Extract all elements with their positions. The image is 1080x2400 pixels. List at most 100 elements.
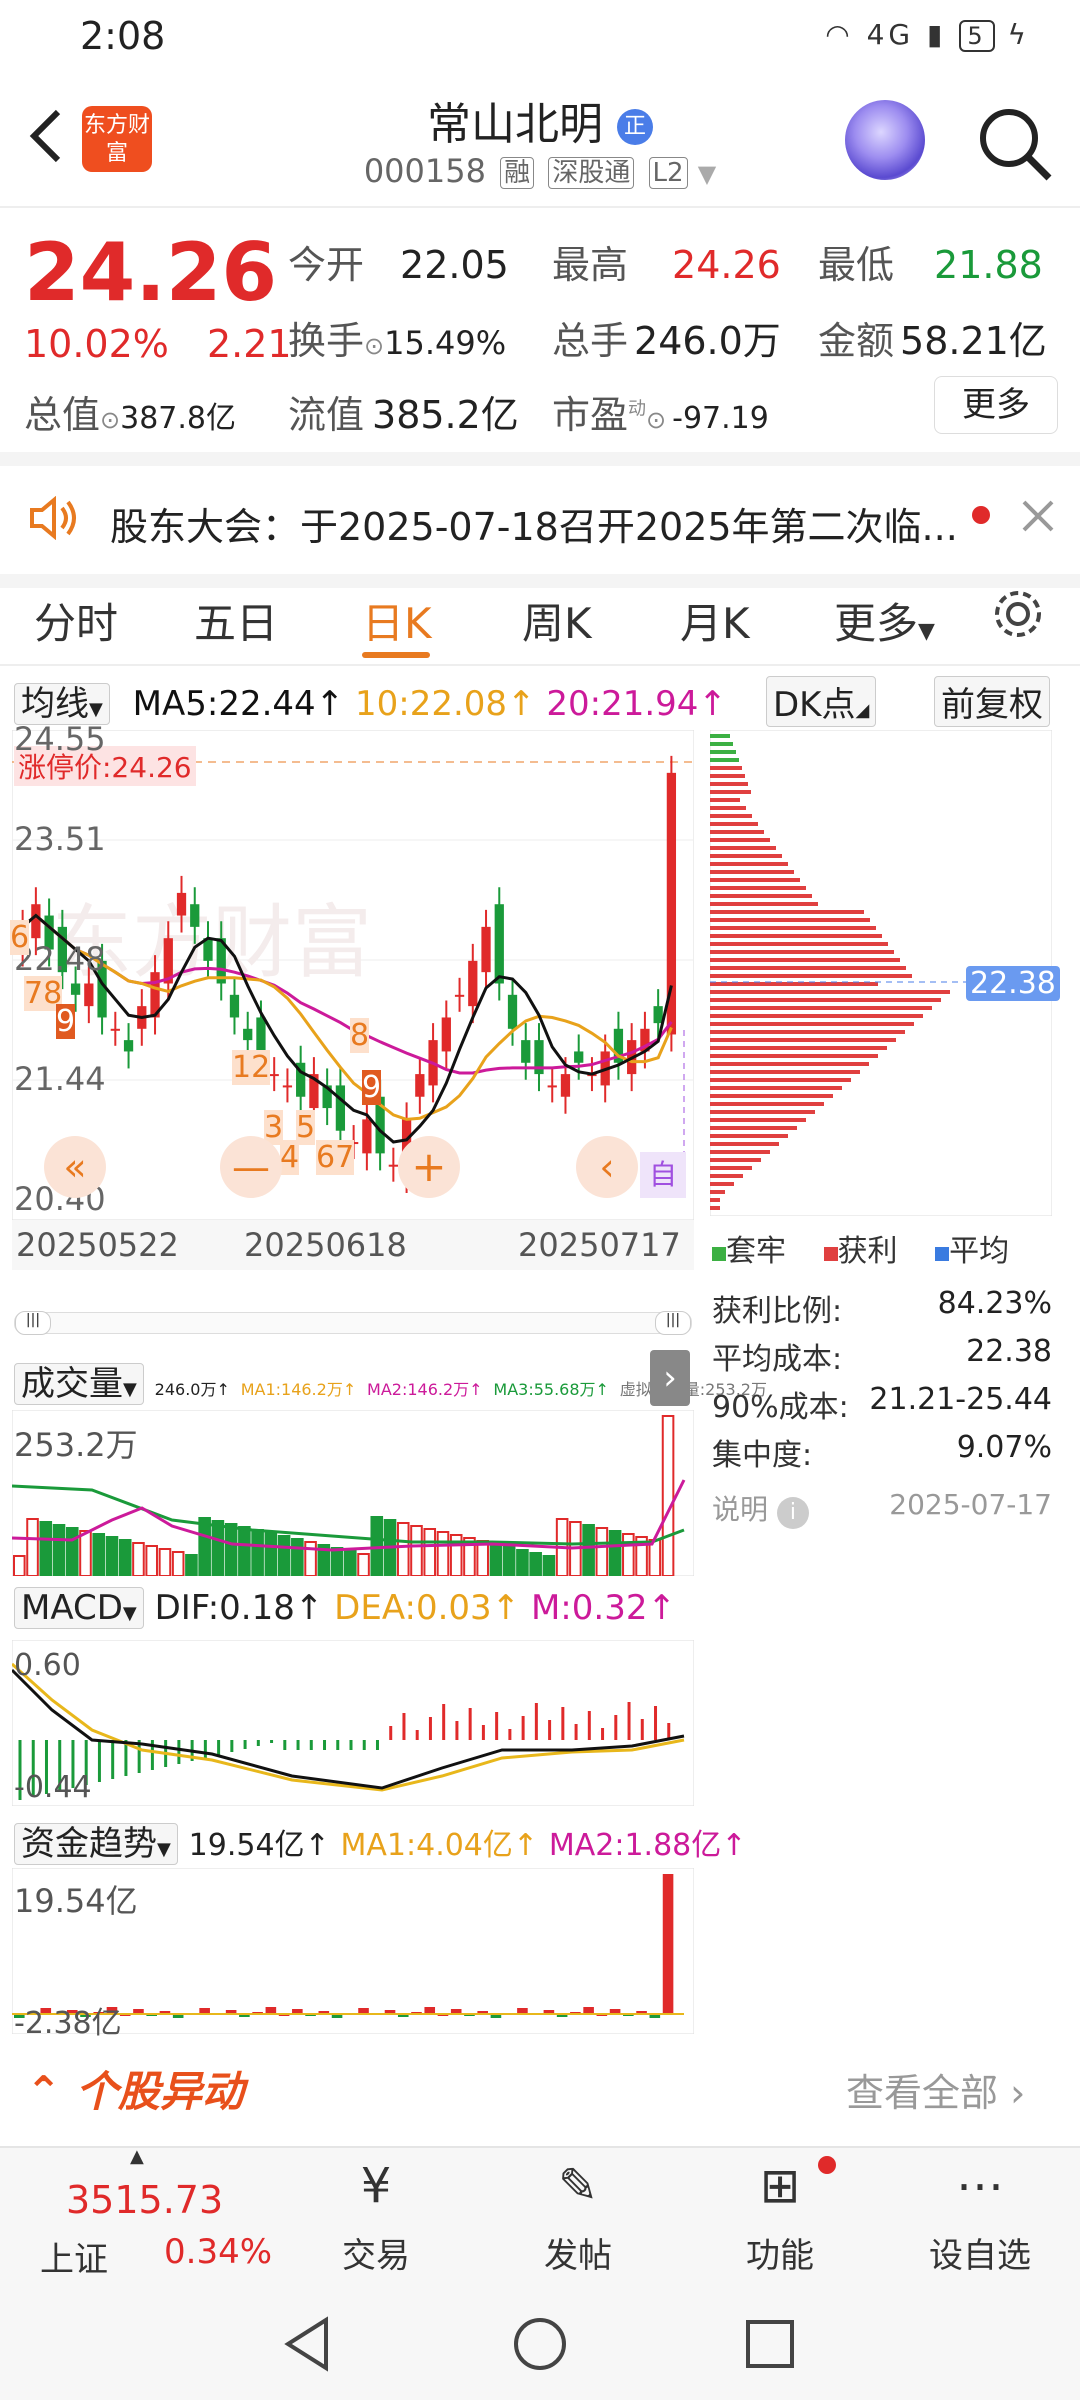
volume-bar	[582, 1524, 595, 1576]
amount-value: 58.21亿	[900, 319, 1047, 363]
status-time: 2:08	[80, 14, 166, 58]
volume-bar	[238, 1526, 251, 1576]
tab-five-day[interactable]: 五日	[194, 590, 278, 651]
volume-bar	[52, 1524, 66, 1576]
chip-row-value: 84.23%	[937, 1286, 1052, 1321]
volume-bar	[410, 1525, 423, 1576]
macd-selector[interactable]: MACD▼	[14, 1587, 144, 1629]
zoom-in-icon[interactable]: +	[398, 1136, 460, 1198]
volume-bar	[529, 1552, 542, 1576]
chip-bar	[710, 1022, 914, 1026]
vol-virtual: 虚拟成交量:253.2万	[619, 1380, 767, 1399]
chip-row: 获利比例: 84.23%	[712, 1286, 1052, 1334]
pe-value: -97.19	[672, 401, 769, 436]
candle-body	[415, 1074, 425, 1097]
chip-bar	[710, 1174, 743, 1178]
pe-sup: 动	[628, 398, 647, 420]
ma-selector[interactable]: 均线▼	[14, 683, 110, 725]
notice-text[interactable]: 股东大会：于2025-07-18召开2025年第二次临...	[110, 496, 958, 551]
volume-bar	[291, 1538, 304, 1576]
tab-daily-k[interactable]: 日K	[362, 590, 432, 651]
chip-row: 集中度: 9.07%	[712, 1430, 1052, 1478]
tab-more-label: 更多	[834, 599, 919, 648]
candle-body	[243, 1028, 253, 1041]
note-label: 说明	[712, 1493, 769, 1526]
candle-body	[110, 1028, 120, 1031]
vol-ma1: MA1:146.2万↑	[240, 1380, 357, 1399]
volume-bar	[145, 1545, 158, 1576]
date-tick: 20250717	[518, 1226, 681, 1264]
range-slider[interactable]: ||| |||	[14, 1311, 692, 1335]
search-icon[interactable]	[975, 104, 1055, 184]
close-icon[interactable]	[1018, 496, 1058, 536]
volume-bar	[436, 1531, 450, 1576]
legend-swatch-trapped	[712, 1247, 726, 1261]
network-label: 4G	[866, 18, 915, 51]
nav-post[interactable]: ✎ 发帖	[498, 2148, 658, 2288]
chip-bar	[710, 1126, 797, 1130]
chip-bar	[710, 822, 758, 826]
chip-bar	[710, 1182, 734, 1186]
signal-marker: 8	[350, 1018, 370, 1053]
active-tab-indicator	[362, 652, 430, 658]
nav-trade[interactable]: ¥ 交易	[296, 2148, 456, 2288]
settings-gear-icon[interactable]	[990, 586, 1046, 642]
step-left-icon[interactable]: ‹	[576, 1136, 638, 1198]
stock-movement-banner[interactable]: ⌃ 个股异动 查看全部 ›	[0, 2040, 1080, 2140]
expand-arrow-icon[interactable]: ›	[650, 1350, 690, 1406]
low-value: 21.88	[934, 243, 1043, 287]
open-label: 今开	[288, 243, 365, 287]
fund-selector[interactable]: 资金趋势▼	[14, 1823, 178, 1865]
tab-intraday[interactable]: 分时	[34, 590, 118, 651]
chip-bar	[710, 1086, 842, 1090]
auto-button[interactable]: 自	[640, 1152, 686, 1198]
volume-bar	[396, 1522, 410, 1576]
y-tick: 24.55	[14, 720, 106, 758]
home-circle-icon[interactable]	[512, 2316, 568, 2372]
nav-add-watchlist[interactable]: ⋯ 设自选	[900, 2148, 1060, 2288]
info-icon: ⊙	[364, 332, 385, 360]
volume-bar	[344, 1550, 357, 1576]
recents-square-icon[interactable]	[744, 2318, 796, 2370]
chip-bar	[710, 1030, 905, 1034]
adjust-button[interactable]: 前复权	[934, 676, 1050, 727]
chip-bar	[710, 1206, 720, 1210]
tab-more[interactable]: 更多▼	[834, 590, 935, 651]
more-button[interactable]: 更多	[934, 376, 1058, 434]
nav-trade-label: 交易	[342, 2236, 410, 2276]
chip-bar	[710, 1118, 806, 1122]
volume-bar	[423, 1528, 437, 1576]
notice-bar[interactable]: 股东大会：于2025-07-18召开2025年第二次临...	[0, 452, 1080, 588]
chip-bar	[710, 790, 751, 794]
volume-bar	[92, 1533, 106, 1576]
assistant-avatar[interactable]	[845, 100, 925, 180]
slider-left-handle[interactable]: |||	[15, 1311, 51, 1335]
dk-point-button[interactable]: DK点◢	[766, 676, 877, 727]
tab-monthly-k[interactable]: 月K	[680, 590, 750, 651]
candle-body	[481, 926, 491, 973]
volume-bar	[595, 1527, 609, 1576]
nav-functions[interactable]: ⊞ 功能	[700, 2148, 860, 2288]
chip-bar	[710, 1198, 720, 1202]
back-triangle-icon[interactable]	[282, 2316, 332, 2372]
tab-weekly-k[interactable]: 周K	[522, 590, 592, 651]
chip-bar	[710, 1054, 878, 1058]
scroll-left-icon[interactable]: «	[44, 1136, 106, 1198]
slider-right-handle[interactable]: |||	[655, 1311, 691, 1335]
volume-selector[interactable]: 成交量▼	[14, 1363, 144, 1405]
candle-body	[123, 1040, 134, 1052]
signal-marker: 6	[10, 920, 30, 955]
chip-bar	[710, 878, 800, 882]
view-all-link[interactable]: 查看全部 ›	[846, 2062, 1025, 2117]
chip-bar	[710, 862, 788, 866]
info-icon: ⊙	[646, 406, 667, 434]
index-ticker[interactable]: ▲ 3515.73 上证 0.34%	[0, 2146, 272, 2288]
chip-note[interactable]: 说明 i 2025-07-17	[712, 1488, 1052, 1529]
macd-chart	[12, 1640, 694, 1806]
dropdown-icon[interactable]: ▼	[698, 160, 716, 188]
banner-title-text: 个股异动	[75, 2067, 244, 2116]
vol-value: 246.0万↑	[154, 1380, 230, 1399]
candle-body	[521, 1040, 531, 1063]
zoom-out-icon[interactable]: —	[220, 1136, 282, 1198]
signal-marker: 67	[316, 1140, 355, 1175]
